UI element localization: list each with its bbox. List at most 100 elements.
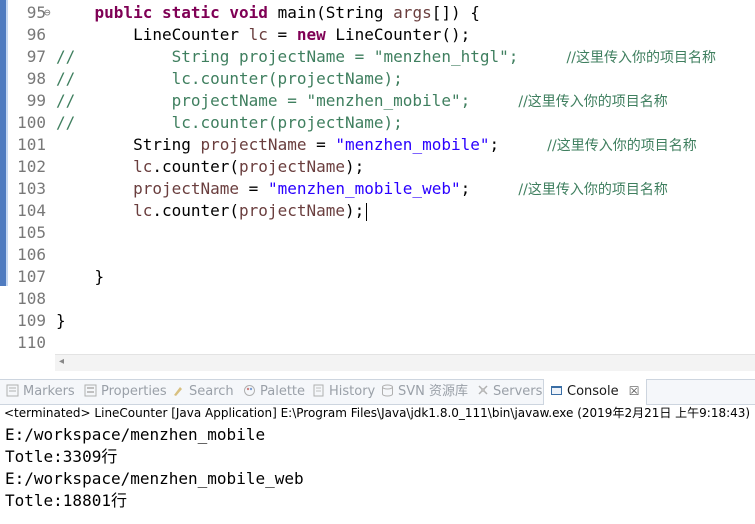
code-token: LineCounter [56, 25, 249, 44]
line-number: 109 [17, 311, 46, 330]
code-token: ; [460, 179, 519, 198]
code-line: 110 [0, 332, 755, 354]
line-number: 108 [17, 289, 46, 308]
line-number: 97 [26, 47, 46, 66]
code-text: } [56, 266, 105, 288]
code-token: //这里传入你的项目名称 [518, 94, 668, 110]
comment-marker: // [56, 47, 76, 66]
console-line: E:/workspace/menzhen_mobile [5, 425, 266, 444]
code-token: ); [345, 201, 365, 220]
code-line: 96 LineCounter lc = new LineCounter(); [0, 24, 755, 46]
tab-label: Search [189, 384, 234, 399]
tab-palette[interactable]: Palette [243, 380, 305, 404]
code-token: } [56, 311, 66, 330]
tab-search[interactable]: Search [172, 380, 234, 404]
line-number: 98 [26, 69, 46, 88]
tab-console[interactable]: Console ☒ [543, 379, 647, 405]
code-token: lc.counter(projectName); [75, 113, 403, 132]
tab-svn-repository[interactable]: SVN 资源库 [381, 380, 468, 404]
line-number: 106 [17, 245, 46, 264]
line-number: 100 [17, 113, 46, 132]
fold-collapse-icon[interactable]: ⊖ [44, 2, 51, 24]
console-line: Totle:18801行 [5, 491, 127, 510]
tab-markers[interactable]: Markers [6, 380, 75, 404]
scroll-left-arrow-icon[interactable]: ◂ [59, 356, 64, 367]
line-number: 107 [17, 267, 46, 286]
code-text: // String projectName = "menzhen_htgl"; … [56, 46, 716, 69]
code-token: = [306, 135, 336, 154]
code-line: 102 lc.counter(projectName); [0, 156, 755, 178]
servers-icon [478, 385, 488, 395]
code-line: 109} [0, 310, 755, 332]
code-line: 97 // String projectName = "menzhen_htgl"… [0, 46, 755, 68]
code-text: public static void main(String args[]) { [56, 2, 480, 24]
code-token: lc [133, 157, 153, 176]
console-icon [551, 386, 562, 395]
code-token: new [296, 25, 326, 44]
code-token: String projectName = "menzhen_htgl"; [75, 47, 567, 66]
tab-properties[interactable]: Properties [84, 380, 167, 404]
code-token: void [229, 3, 268, 22]
view-tab-bar: Markers Properties Search Palette Histor… [0, 379, 755, 405]
code-token: static [161, 3, 220, 22]
tab-label: History [329, 384, 376, 399]
code-token: String [56, 135, 201, 154]
line-number: 103 [17, 179, 46, 198]
code-line: 100 // lc.counter(projectName); [0, 112, 755, 134]
code-text: lc.counter(projectName); [56, 200, 368, 222]
tab-label: Servers [493, 384, 543, 399]
code-text: // lc.counter(projectName); [56, 112, 403, 134]
comment-marker: // [56, 69, 76, 88]
text-caret [366, 202, 368, 221]
tab-label: Markers [23, 384, 75, 399]
line-number: 104 [17, 201, 46, 220]
code-text: LineCounter lc = new LineCounter(); [56, 24, 470, 46]
code-token: "menzhen_mobile_web" [267, 179, 461, 198]
comment-marker: // [56, 113, 76, 132]
tab-history[interactable]: History [312, 380, 375, 404]
code-token: = [267, 25, 297, 44]
tab-label: Palette [260, 384, 306, 399]
line-number: 99 [26, 91, 46, 110]
code-line: 98 // lc.counter(projectName); [0, 68, 755, 90]
code-line: 99 // projectName = "menzhen_mobile"; //这… [0, 90, 755, 112]
tab-label: Properties [101, 384, 167, 399]
code-token: lc.counter(projectName); [75, 69, 403, 88]
code-token: LineCounter(); [325, 25, 471, 44]
code-text: lc.counter(projectName); [56, 156, 364, 178]
tab-label: SVN 资源库 [398, 384, 469, 399]
code-line: 103 projectName = "menzhen_mobile_web"; … [0, 178, 755, 200]
console-status: <terminated> LineCounter [Java Applicati… [4, 406, 751, 420]
code-token: .counter( [152, 157, 240, 176]
code-editor[interactable]: 95 ⊖ public static void main(String args[… [0, 0, 755, 354]
comment-marker: // [56, 91, 76, 110]
code-token: projectName = "menzhen_mobile"; [75, 91, 519, 110]
code-token: .counter( [152, 201, 240, 220]
code-token: projectName [239, 157, 345, 176]
code-text: projectName = "menzhen_mobile_web"; //这里… [56, 178, 668, 201]
code-token: public [94, 3, 153, 22]
code-token: "menzhen_mobile" [335, 135, 490, 154]
code-line: 101 String projectName = "menzhen_mobile… [0, 134, 755, 156]
console-line: E:/workspace/menzhen_mobile_web [5, 469, 304, 488]
close-icon[interactable]: ☒ [629, 384, 640, 398]
code-token: projectName [200, 135, 307, 154]
code-token: lc [133, 201, 153, 220]
line-number: 105 [17, 223, 46, 242]
code-line: 105 [0, 222, 755, 244]
tab-servers[interactable]: Servers [476, 380, 542, 404]
code-token: lc [248, 25, 268, 44]
code-line: 107 } [0, 266, 755, 288]
horizontal-scrollbar[interactable]: ◂ [55, 354, 755, 371]
code-token: } [56, 267, 105, 286]
code-token: //这里传入你的项目名称 [518, 182, 668, 198]
code-line: 108 [0, 288, 755, 310]
code-token: main(String [267, 3, 394, 22]
palette-icon [244, 385, 255, 396]
line-number: 95 [26, 3, 46, 22]
code-text: String projectName = "menzhen_mobile"; /… [56, 134, 697, 157]
